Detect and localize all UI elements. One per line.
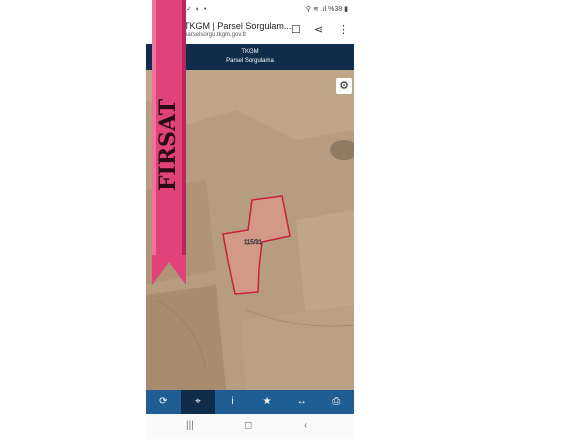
favorite-button[interactable]: ★ <box>250 390 285 414</box>
share-icon[interactable]: ⋖ <box>314 23 323 36</box>
android-nav-bar: ||| ◻ ‹ <box>146 414 354 439</box>
bookmark-icon[interactable]: ☐ <box>291 23 301 36</box>
more-vert-icon[interactable]: ⋮ <box>338 23 349 36</box>
ribbon-text-svg: FIRSAT <box>155 98 181 191</box>
ribbon-text: FIRSAT <box>155 98 181 191</box>
map-toolbar: ⟳ ⌖ i ★ ↔ ⎙ <box>146 390 354 414</box>
field-east <box>296 210 354 320</box>
measure-button[interactable]: ↔ <box>284 390 319 414</box>
page-title[interactable]: TKGM | Parsel Sorgulam... <box>184 21 291 31</box>
gear-icon[interactable]: ⚙ <box>336 78 352 94</box>
info-button[interactable]: i <box>215 390 250 414</box>
page-url[interactable]: parselsorgu.tkgm.gov.tr <box>184 32 246 38</box>
refresh-button[interactable]: ⟳ <box>146 390 181 414</box>
status-icons-left: ✓ ◐ • <box>186 6 208 13</box>
locate-button[interactable]: ⌖ <box>180 390 216 414</box>
recents-button[interactable]: ||| <box>186 420 194 431</box>
home-button[interactable]: ◻ <box>244 420 252 431</box>
field-southeast <box>241 305 354 390</box>
status-icons-right: ⚲ ≋ .ıl %38 ▮ <box>305 6 348 13</box>
print-button[interactable]: ⎙ <box>319 390 354 414</box>
back-button[interactable]: ‹ <box>304 420 307 431</box>
parcel-label: 115/31 <box>244 240 263 246</box>
